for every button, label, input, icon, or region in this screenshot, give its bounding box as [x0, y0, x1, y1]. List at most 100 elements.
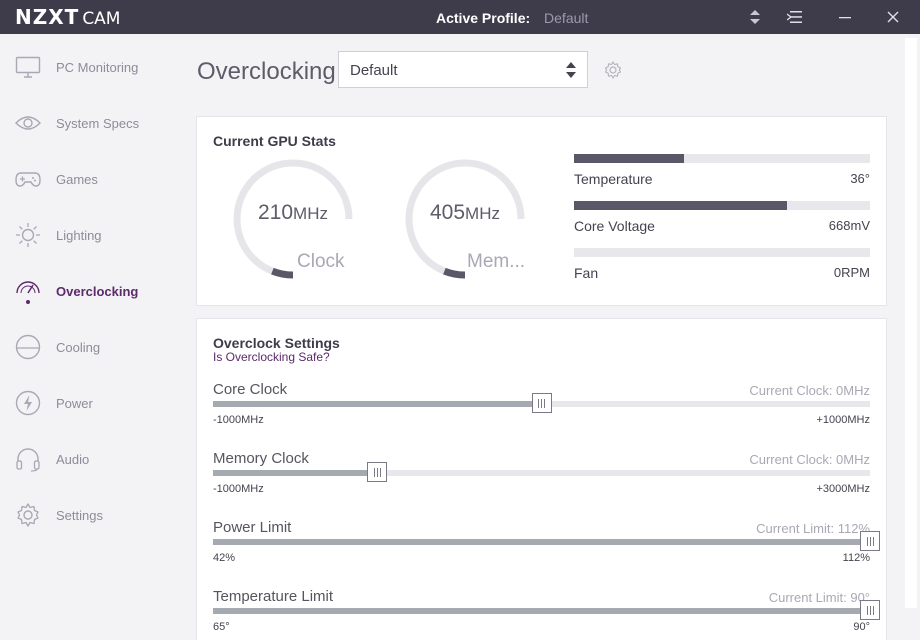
menu-icon [787, 11, 802, 23]
core-clock-fill [213, 401, 542, 407]
gamepad-icon [14, 165, 42, 193]
power-limit-fill [213, 539, 870, 545]
main-content: Overclocking Default Current GPU Stats 2… [170, 34, 902, 640]
overclock-settings-title: Overclock Settings [213, 335, 340, 351]
power-limit-track[interactable] [213, 531, 880, 551]
nzxt-cam-logo: NZXT CAM [15, 5, 120, 29]
sidebar-item-label: Power [56, 395, 93, 411]
active-profile-value[interactable]: Default [544, 10, 588, 26]
overclock-settings-card: Overclock Settings Is Overclocking Safe?… [196, 318, 887, 640]
active-profile-label: Active Profile: [436, 10, 531, 26]
fan-value: 0RPM [833, 265, 870, 280]
title-bar: NZXT CAM Active Profile: Default [0, 0, 920, 34]
sun-icon [14, 221, 42, 249]
memory-clock-fill [213, 470, 378, 476]
memory-gauge-fill [443, 267, 466, 279]
core-clock-min: -1000MHz [213, 414, 264, 426]
memory-gauge: 405MHz Mem... [401, 155, 541, 295]
core-clock-thumb[interactable] [531, 393, 552, 413]
gear-icon [14, 501, 42, 529]
fan-icon [14, 333, 42, 361]
scrollbar-thumb[interactable] [905, 38, 917, 608]
logo-main: NZXT [15, 5, 80, 29]
core-voltage-label: Core Voltage [574, 218, 655, 234]
fan-bar [574, 248, 870, 257]
clock-gauge-fill [271, 267, 294, 279]
sidebar-item-lighting[interactable]: Lighting [0, 215, 170, 255]
speedometer-icon [14, 277, 42, 305]
power-limit-label: Power Limit [213, 519, 292, 536]
temperature-label: Temperature [574, 171, 653, 187]
power-limit-current: Current Limit: 112% [756, 521, 870, 536]
minimize-button[interactable] [828, 0, 862, 34]
core-voltage-value: 668mV [828, 218, 870, 233]
eye-icon [14, 109, 42, 137]
sidebar-item-label: PC Monitoring [56, 59, 139, 75]
profile-select[interactable]: Default [338, 51, 588, 88]
core-clock-track[interactable] [213, 393, 870, 413]
memory-clock-min: -1000MHz [213, 483, 264, 495]
sidebar-item-audio[interactable]: Audio [0, 439, 170, 479]
memory-gauge-value: 405MHz [430, 201, 500, 224]
select-arrows-icon [566, 62, 576, 78]
sidebar-item-settings[interactable]: Settings [0, 495, 170, 535]
menu-button[interactable] [778, 0, 812, 34]
gpu-stats-title: Current GPU Stats [213, 133, 336, 149]
core-voltage-bar-fill [574, 201, 788, 210]
profile-settings-gear-icon[interactable] [603, 60, 623, 80]
sort-icon [750, 10, 760, 24]
sidebar-item-pc-monitoring[interactable]: PC Monitoring [0, 47, 170, 87]
clock-gauge-caption: Clock [297, 251, 345, 272]
close-button[interactable] [876, 0, 910, 34]
monitor-icon [14, 53, 42, 81]
power-limit-min: 42% [213, 552, 236, 564]
overclocking-safe-link[interactable]: Is Overclocking Safe? [213, 350, 330, 364]
close-icon [887, 11, 899, 23]
sidebar-item-overclocking[interactable]: Overclocking [0, 271, 170, 311]
temperature-limit-thumb[interactable] [860, 600, 880, 620]
clock-gauge-value: 210MHz [258, 201, 328, 224]
profile-select-value: Default [350, 62, 398, 79]
temperature-limit-fill [213, 608, 870, 614]
vertical-scrollbar[interactable] [902, 34, 920, 640]
temperature-limit-current: Current Limit: 90° [768, 590, 870, 605]
power-limit-max: 112% [842, 552, 870, 564]
minimize-icon [839, 17, 851, 19]
memory-clock-thumb[interactable] [367, 462, 388, 482]
clock-gauge: 210MHz Clock [229, 155, 369, 295]
sidebar-item-label: Settings [56, 507, 103, 523]
core-voltage-bar [574, 201, 870, 210]
memory-clock-track[interactable] [213, 462, 870, 482]
bolt-icon [14, 389, 42, 417]
temperature-value: 36° [850, 171, 870, 186]
memory-gauge-caption: Mem... [467, 251, 526, 272]
temperature-limit-min: 65° [213, 621, 230, 633]
temperature-limit-label: Temperature Limit [213, 588, 334, 605]
core-clock-max: +1000MHz [816, 414, 870, 426]
sidebar-item-system-specs[interactable]: System Specs [0, 103, 170, 143]
gpu-stats-card: Current GPU Stats 210MHz Clock 405MHz Me… [196, 116, 887, 306]
active-profile[interactable]: Active Profile: Default [436, 10, 588, 26]
memory-clock-label: Memory Clock [213, 450, 309, 467]
temperature-limit-track[interactable] [213, 600, 880, 620]
fan-label: Fan [574, 265, 599, 281]
sidebar-item-cooling[interactable]: Cooling [0, 327, 170, 367]
temperature-bar-fill [574, 154, 684, 163]
core-clock-current: Current Clock: 0MHz [749, 383, 870, 398]
sidebar-item-label: Audio [56, 451, 90, 467]
sidebar-item-games[interactable]: Games [0, 159, 170, 199]
memory-clock-current: Current Clock: 0MHz [749, 452, 870, 467]
sort-button[interactable] [738, 0, 772, 34]
page-title: Overclocking [197, 58, 336, 85]
sidebar-item-power[interactable]: Power [0, 383, 170, 423]
core-clock-label: Core Clock [213, 381, 288, 398]
sidebar-item-label: Lighting [56, 227, 102, 243]
sidebar-item-label: Games [56, 171, 98, 187]
memory-clock-max: +3000MHz [816, 483, 870, 495]
headphones-icon [14, 445, 42, 473]
sidebar-item-label: System Specs [56, 115, 140, 131]
power-limit-thumb[interactable] [860, 531, 880, 551]
sidebar: PC Monitoring System Specs Games Lightin… [0, 34, 170, 640]
temperature-bar [574, 154, 870, 163]
temperature-limit-max: 90° [853, 621, 870, 633]
